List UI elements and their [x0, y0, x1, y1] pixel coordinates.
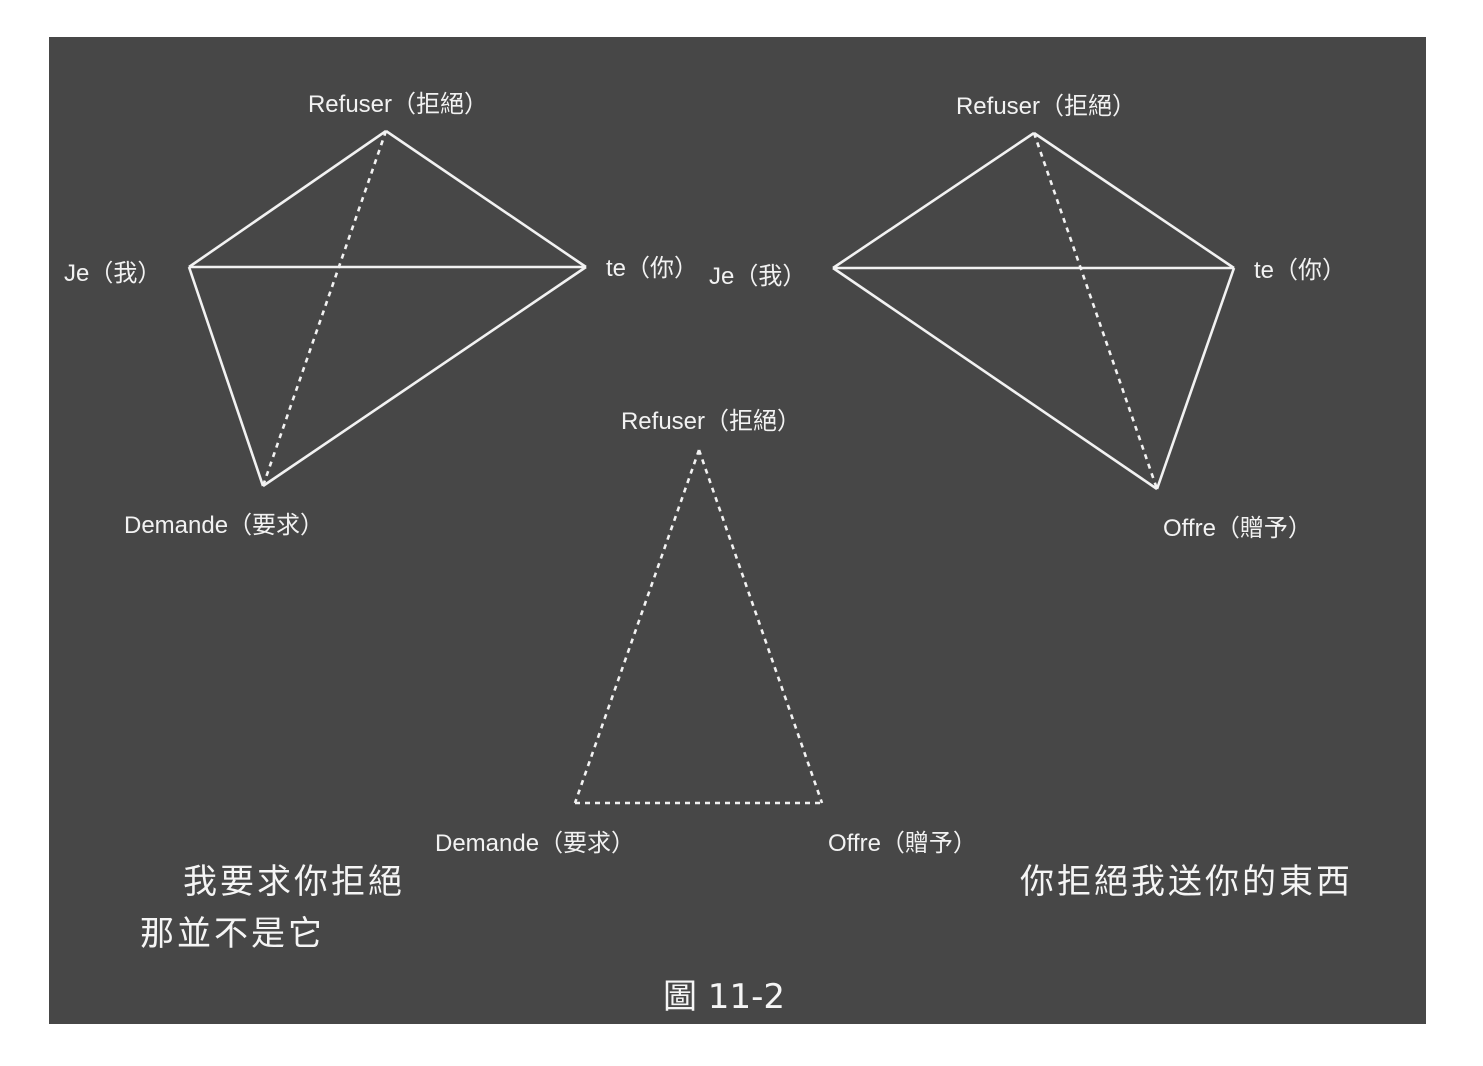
- right-offre-label: Offre（贈予）: [1163, 515, 1312, 542]
- edge-je-refuser: [188, 129, 387, 269]
- edge-te-offre: [1155, 267, 1236, 490]
- edge-refuser-demande-dashed: [573, 449, 701, 804]
- edge-je-demande: [187, 266, 265, 487]
- edge-refuser-te: [385, 129, 587, 269]
- center-diagram: Refuser（拒絕） Demande（要求） Offre（贈予）: [435, 408, 977, 857]
- edge-refuser-offre-dashed: [697, 449, 824, 804]
- edge-refuser-offre-dashed: [1032, 132, 1159, 490]
- right-top-label: Refuser（拒絕）: [956, 93, 1136, 120]
- right-je-label: Je（我）: [709, 263, 806, 290]
- left-je-label: Je（我）: [64, 260, 161, 287]
- right-te-label: te（你）: [1254, 257, 1346, 284]
- center-offre-label: Offre（贈予）: [828, 830, 977, 857]
- left-te-label: te（你）: [606, 255, 698, 282]
- edge-je-offre: [832, 266, 1158, 491]
- right-diagram: Refuser（拒絕） Je（我） te（你） Offre（贈予）: [709, 93, 1346, 542]
- figure-number: 圖 11-2: [663, 977, 785, 1017]
- left-demande-label: Demande（要求）: [124, 512, 324, 539]
- center-top-label: Refuser（拒絕）: [621, 408, 801, 435]
- edge-refuser-te: [1033, 131, 1235, 270]
- left-top-label: Refuser（拒絕）: [308, 91, 488, 118]
- left-caption-line1: 我要求你拒絕: [183, 862, 405, 902]
- center-demande-label: Demande（要求）: [435, 830, 635, 857]
- left-diagram: Refuser（拒絕） Je（我） te（你） Demande（要求）: [64, 91, 698, 539]
- figure-canvas: Refuser（拒絕） Je（我） te（你） Demande（要求） Refu…: [64, 91, 1353, 1017]
- edge-te-demande: [262, 265, 587, 488]
- left-caption-line2: 那並不是它: [140, 914, 325, 954]
- right-caption: 你拒絕我送你的東西: [1020, 862, 1353, 902]
- edge-je-refuser: [832, 131, 1035, 270]
- edge-refuser-demande-dashed: [261, 130, 388, 487]
